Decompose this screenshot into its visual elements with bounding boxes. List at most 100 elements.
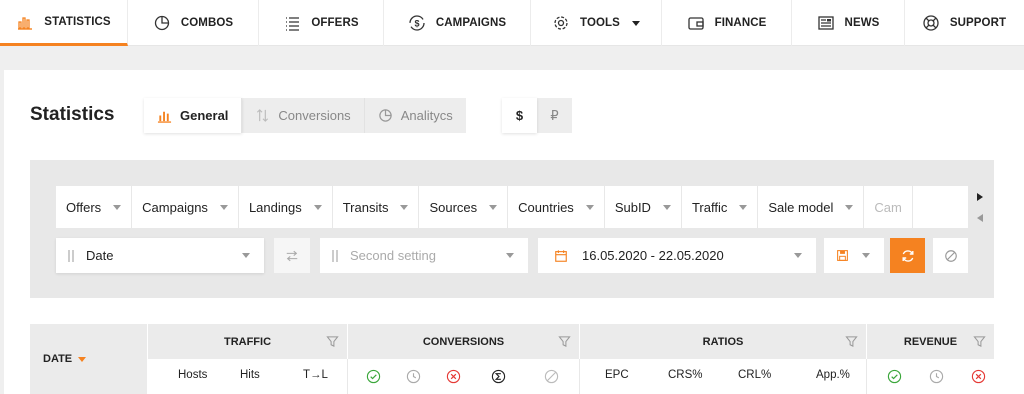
tab-analytics[interactable]: Analityсs	[365, 98, 466, 133]
filter-icon[interactable]	[973, 335, 986, 348]
list-icon	[283, 14, 301, 32]
nav-label: CAMPAIGNS	[435, 17, 507, 29]
pending-icon[interactable]	[929, 369, 944, 384]
nav-offers[interactable]: OFFERS	[259, 0, 384, 46]
chevron-down-icon	[845, 204, 854, 210]
filter-icon[interactable]	[326, 335, 339, 348]
bar-chart-icon	[16, 13, 34, 31]
scroll-left-icon[interactable]	[977, 213, 983, 222]
chevron-down-icon	[585, 204, 594, 210]
drag-handle-icon[interactable]	[332, 249, 338, 262]
save-icon	[837, 250, 848, 261]
nav-label: FINANCE	[714, 17, 767, 29]
chevron-down-icon	[631, 20, 640, 26]
conversions-group-header: CONVERSIONS	[348, 324, 580, 359]
chevron-down-icon	[506, 253, 514, 258]
grouping-label: Sources	[429, 199, 478, 215]
gear-icon	[552, 14, 570, 32]
grouping-label: Transits	[342, 199, 389, 215]
pie-chart-icon	[378, 109, 392, 122]
date-header-label: DATE	[43, 353, 73, 365]
group-label: CONVERSIONS	[422, 335, 505, 348]
grouping-campaign-partial[interactable]: Cam	[864, 186, 913, 228]
drag-handle-icon[interactable]	[68, 249, 74, 262]
approved-icon[interactable]	[887, 369, 902, 384]
currency-rub-button[interactable]: ₽	[537, 98, 572, 133]
grouping-campaigns[interactable]: Campaigns	[132, 186, 239, 228]
column-hosts[interactable]: Hosts	[178, 369, 207, 381]
nav-label: OFFERS	[311, 17, 359, 29]
swap-settings-button[interactable]	[274, 238, 310, 273]
grouping-transits[interactable]: Transits	[333, 186, 420, 228]
column-t-to-l[interactable]: T→L	[303, 369, 328, 381]
refresh-button[interactable]	[890, 238, 925, 273]
chevron-down-icon	[219, 204, 228, 210]
nav-support[interactable]: SUPPORT	[905, 0, 1023, 46]
trash-icon[interactable]	[544, 369, 559, 384]
total-icon[interactable]	[491, 369, 506, 384]
tab-general[interactable]: General	[144, 98, 243, 133]
date-range-value: 16.05.2020 - 22.05.2020	[582, 248, 724, 263]
date-column-header[interactable]: DATE	[30, 324, 148, 394]
date-range-picker[interactable]: 16.05.2020 - 22.05.2020	[538, 238, 816, 273]
lifebuoy-icon	[922, 14, 940, 32]
currency-usd-button[interactable]: $	[502, 98, 537, 133]
group-label: RATIOS	[702, 335, 744, 348]
column-crs[interactable]: CRS%	[668, 369, 703, 381]
grouping-label: Campaigns	[142, 199, 208, 215]
grouping-label: Cam	[874, 199, 902, 215]
traffic-group-header: TRAFFIC	[148, 324, 348, 359]
tab-label: General	[180, 108, 229, 123]
filter-icon[interactable]	[558, 335, 571, 348]
tab-conversions[interactable]: Conversions	[242, 98, 365, 133]
reset-filters-button[interactable]	[933, 238, 968, 273]
approved-icon[interactable]	[366, 369, 381, 384]
nav-finance[interactable]: FINANCE	[662, 0, 792, 46]
grouping-traffic[interactable]: Traffic	[682, 186, 759, 228]
rejected-icon[interactable]	[446, 369, 461, 384]
nav-statistics[interactable]: STATISTICS	[0, 0, 128, 46]
nav-news[interactable]: NEWS	[792, 0, 905, 46]
grouping-countries[interactable]: Countries	[508, 186, 605, 228]
nav-label: COMBOS	[180, 17, 234, 29]
chevron-down-icon	[400, 204, 409, 210]
rejected-icon[interactable]	[971, 369, 986, 384]
nav-label: STATISTICS	[44, 15, 111, 28]
nav-campaigns[interactable]: $ CAMPAIGNS	[384, 0, 531, 46]
grouping-subid[interactable]: SubID	[605, 186, 682, 228]
second-setting-placeholder: Second setting	[350, 248, 437, 263]
chevron-down-icon	[662, 204, 671, 210]
ratios-group-header: RATIOS	[580, 324, 867, 359]
grouping-label: Offers	[66, 199, 102, 215]
wallet-icon	[687, 14, 705, 32]
primary-grouping-select[interactable]: Date	[56, 238, 264, 273]
pending-icon[interactable]	[406, 369, 421, 384]
grouping-sale-model[interactable]: Sale model	[758, 186, 865, 228]
chevron-down-icon	[313, 204, 322, 210]
chevron-down-icon	[489, 204, 498, 210]
revenue-columns	[867, 359, 994, 394]
grouping-sources[interactable]: Sources	[419, 186, 509, 228]
page-title: Statistics	[30, 104, 115, 125]
group-label: TRAFFIC	[223, 335, 272, 348]
swap-icon	[286, 250, 298, 261]
grouping-label: Landings	[248, 199, 302, 215]
column-hits[interactable]: Hits	[240, 369, 260, 381]
tab-label: Analityсs	[400, 108, 453, 123]
column-epc[interactable]: EPC	[605, 369, 629, 381]
pie-chart-icon	[153, 14, 171, 32]
nav-tools[interactable]: TOOLS	[531, 0, 662, 46]
nav-combos[interactable]: COMBOS	[128, 0, 259, 46]
save-preset-button[interactable]	[824, 238, 884, 273]
column-crl[interactable]: CRL%	[738, 369, 771, 381]
chevron-down-icon	[862, 253, 870, 258]
grouping-scroll	[970, 186, 990, 228]
filters-panel: Offers Campaigns Landings Transits Sourc…	[30, 160, 994, 298]
grouping-landings[interactable]: Landings	[239, 186, 333, 228]
scroll-right-icon[interactable]	[977, 192, 983, 201]
grouping-offers[interactable]: Offers	[56, 186, 133, 228]
conversions-columns	[348, 359, 580, 394]
filter-icon[interactable]	[845, 335, 858, 348]
second-setting-select[interactable]: Second setting	[320, 238, 528, 273]
column-approve-rate[interactable]: App.%	[816, 369, 850, 381]
